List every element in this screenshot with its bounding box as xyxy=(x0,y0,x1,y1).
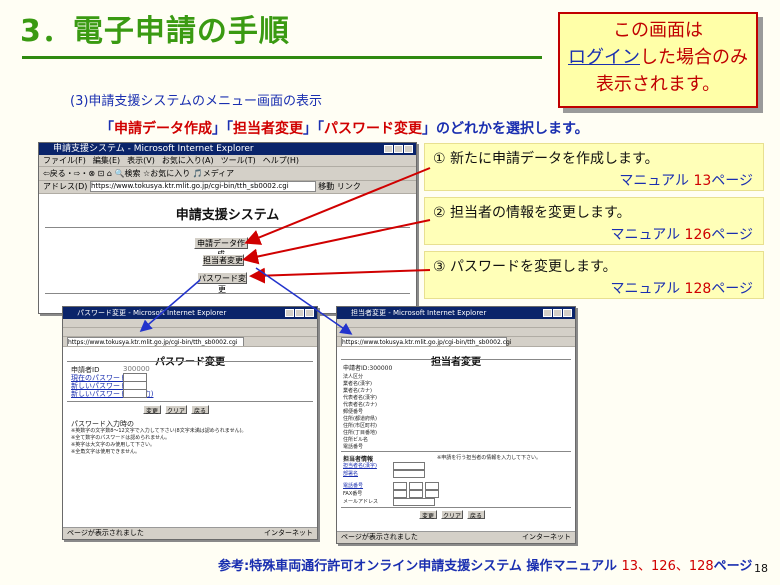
arrow-step-3 xyxy=(249,267,431,284)
arrow-overlay xyxy=(139,167,431,335)
arrow-step-1 xyxy=(244,167,431,245)
footer-prefix: 参考: xyxy=(218,559,250,574)
footer-pages: 13、126、128 xyxy=(621,559,714,574)
arrow-to-contact-window xyxy=(255,267,353,335)
arrow-step-2 xyxy=(242,219,431,265)
footer-suffix: ページ xyxy=(713,559,753,574)
arrow-to-password-window xyxy=(139,279,201,332)
page-number: 18 xyxy=(754,562,768,575)
reference-footer: 参考:特殊車両通行許可オンライン申請支援システム 操作マニュアル 13、126、… xyxy=(218,555,752,574)
footer-text: 特殊車両通行許可オンライン申請支援システム 操作マニュアル xyxy=(249,559,617,574)
